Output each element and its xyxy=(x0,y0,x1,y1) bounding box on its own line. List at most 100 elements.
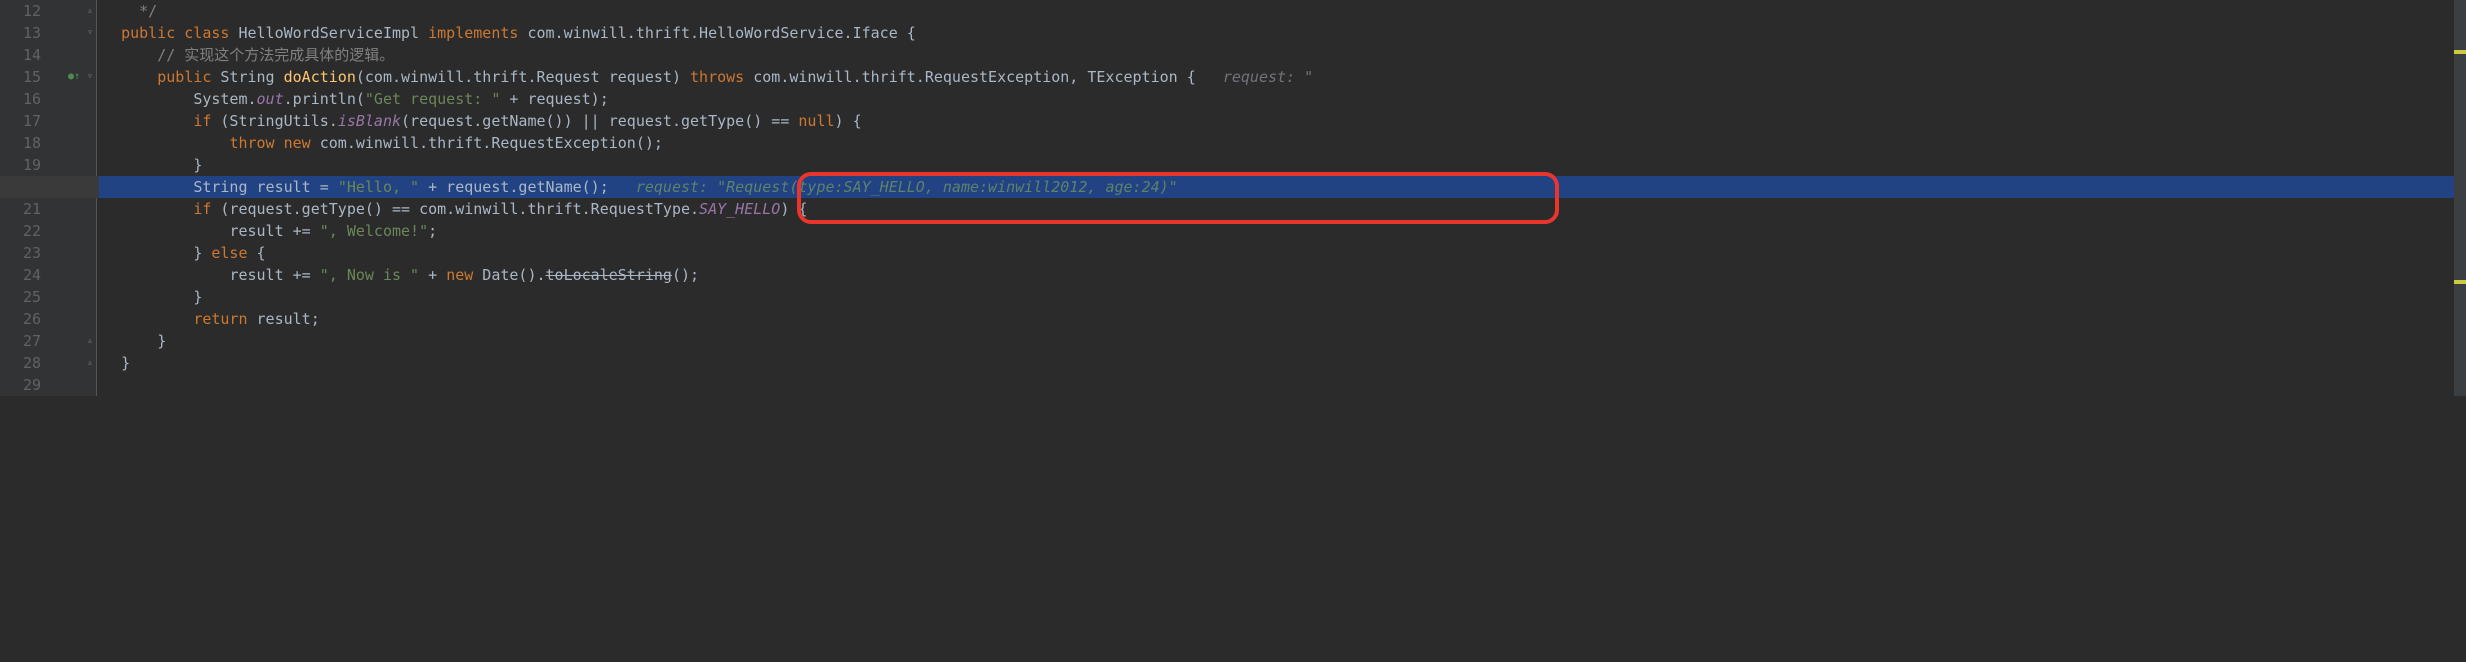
fold-up-icon[interactable]: ▵ xyxy=(84,330,96,352)
code-line[interactable]: // 实现这个方法完成具体的逻辑。 xyxy=(99,44,2466,66)
error-stripe[interactable] xyxy=(2454,0,2466,396)
code-line[interactable]: } xyxy=(99,330,2466,352)
code-line[interactable]: public String doAction(com.winwill.thrif… xyxy=(99,66,2466,88)
code-text: (StringUtils. xyxy=(211,112,337,130)
string-literal: ", Welcome!" xyxy=(320,222,428,240)
keyword: null xyxy=(798,112,834,130)
comment-text: // 实现这个方法完成具体的逻辑。 xyxy=(157,46,394,64)
code-text: (request.getType() == com.winwill.thrift… xyxy=(211,200,699,218)
method-name: doAction xyxy=(284,68,356,86)
code-text: + request.getName(); xyxy=(419,178,609,196)
line-number: 21 xyxy=(0,198,65,220)
fold-down-icon[interactable]: ▿ xyxy=(84,66,96,88)
field-ref: out xyxy=(257,90,284,108)
line-number: 24 xyxy=(0,264,65,286)
keyword: class xyxy=(184,24,229,42)
code-text: result += xyxy=(229,266,319,284)
keyword: throw xyxy=(229,134,274,152)
code-text: String result = xyxy=(193,178,338,196)
code-text: ) { xyxy=(835,112,862,130)
string-literal: "Hello, " xyxy=(338,178,419,196)
type-ref: String xyxy=(220,68,274,86)
fold-gutter: ▵ ▿ ▿ ▵ ▵ xyxy=(83,0,97,396)
code-line[interactable]: System.out.println("Get request: " + req… xyxy=(99,88,2466,110)
code-line[interactable]: return result; xyxy=(99,308,2466,330)
code-text: System. xyxy=(193,90,256,108)
keyword: public xyxy=(121,24,175,42)
throws-list: com.winwill.thrift.RequestException, TEx… xyxy=(753,68,1196,86)
params: (com.winwill.thrift.Request request) xyxy=(356,68,681,86)
code-text: com.winwill.thrift.RequestException(); xyxy=(311,134,663,152)
code-line[interactable]: } xyxy=(99,352,2466,374)
code-line[interactable]: if (request.getType() == com.winwill.thr… xyxy=(99,198,2466,220)
class-name: HelloWordServiceImpl xyxy=(238,24,419,42)
code-area[interactable]: */ public class HelloWordServiceImpl imp… xyxy=(97,0,2466,396)
line-number: 12 xyxy=(0,0,65,22)
code-line[interactable]: } xyxy=(99,154,2466,176)
keyword: implements xyxy=(428,24,518,42)
string-literal: "Get request: " xyxy=(365,90,500,108)
code-line[interactable]: } xyxy=(99,286,2466,308)
code-line[interactable]: } else { xyxy=(99,242,2466,264)
keyword: new xyxy=(446,266,473,284)
code-line-current[interactable]: String result = "Hello, " + request.getN… xyxy=(99,176,2466,198)
line-number: 16 xyxy=(0,88,65,110)
line-number: 17 xyxy=(0,110,65,132)
line-number: 19 xyxy=(0,154,65,176)
code-line[interactable]: if (StringUtils.isBlank(request.getName(… xyxy=(99,110,2466,132)
code-text: .println( xyxy=(284,90,365,108)
code-line[interactable]: throw new com.winwill.thrift.RequestExce… xyxy=(99,132,2466,154)
keyword: throws xyxy=(690,68,744,86)
brace: } xyxy=(193,288,202,306)
inline-hint: request: " xyxy=(1223,68,1313,86)
code-text: (); xyxy=(672,266,699,284)
fold-down-icon[interactable]: ▿ xyxy=(84,22,96,44)
debug-inline-value: request: "Request(type:SAY_HELLO, name:w… xyxy=(636,178,1178,196)
gutter-marks: ●↑ xyxy=(65,0,83,396)
keyword: else xyxy=(211,244,247,262)
keyword: if xyxy=(193,200,211,218)
code-line[interactable] xyxy=(99,374,2466,396)
line-number: 29 xyxy=(0,374,65,396)
static-method: isBlank xyxy=(338,112,401,130)
code-editor[interactable]: 12 13 14 15 16 17 18 19 20 21 22 23 24 2… xyxy=(0,0,2466,396)
code-line[interactable]: */ xyxy=(99,0,2466,22)
line-number: 23 xyxy=(0,242,65,264)
line-number-gutter: 12 13 14 15 16 17 18 19 20 21 22 23 24 2… xyxy=(0,0,65,396)
code-text: Date(). xyxy=(473,266,545,284)
stripe-warning-icon[interactable] xyxy=(2454,50,2466,54)
code-line[interactable]: public class HelloWordServiceImpl implem… xyxy=(99,22,2466,44)
brace: } xyxy=(193,156,202,174)
keyword: return xyxy=(193,310,247,328)
override-gutter-icon[interactable]: ●↑ xyxy=(65,66,83,88)
line-number: 15 xyxy=(0,66,65,88)
code-text: ) { xyxy=(780,200,807,218)
keyword: if xyxy=(193,112,211,130)
code-text: + xyxy=(419,266,446,284)
line-number: 22 xyxy=(0,220,65,242)
line-number: 14 xyxy=(0,44,65,66)
line-number: 13 xyxy=(0,22,65,44)
code-text: } xyxy=(193,244,211,262)
code-text: result; xyxy=(248,310,320,328)
fold-up-icon[interactable]: ▵ xyxy=(84,0,96,22)
stripe-warning-icon[interactable] xyxy=(2454,280,2466,284)
comment-text: */ xyxy=(130,2,157,20)
line-number: 18 xyxy=(0,132,65,154)
brace: } xyxy=(121,354,130,372)
code-line[interactable]: result += ", Now is " + new Date().toLoc… xyxy=(99,264,2466,286)
fold-up-icon[interactable]: ▵ xyxy=(84,352,96,374)
line-number: 28 xyxy=(0,352,65,374)
line-number: 25 xyxy=(0,286,65,308)
code-text: { xyxy=(248,244,266,262)
type-ref: com.winwill.thrift.HelloWordService.Ifac… xyxy=(527,24,897,42)
brace: { xyxy=(898,24,916,42)
brace: } xyxy=(157,332,166,350)
code-line[interactable]: result += ", Welcome!"; xyxy=(99,220,2466,242)
code-text: (request.getName()) || request.getType()… xyxy=(401,112,798,130)
code-text: ; xyxy=(428,222,437,240)
string-literal: ", Now is " xyxy=(320,266,419,284)
keyword: new xyxy=(284,134,311,152)
line-number: 27 xyxy=(0,330,65,352)
keyword: public xyxy=(157,68,211,86)
